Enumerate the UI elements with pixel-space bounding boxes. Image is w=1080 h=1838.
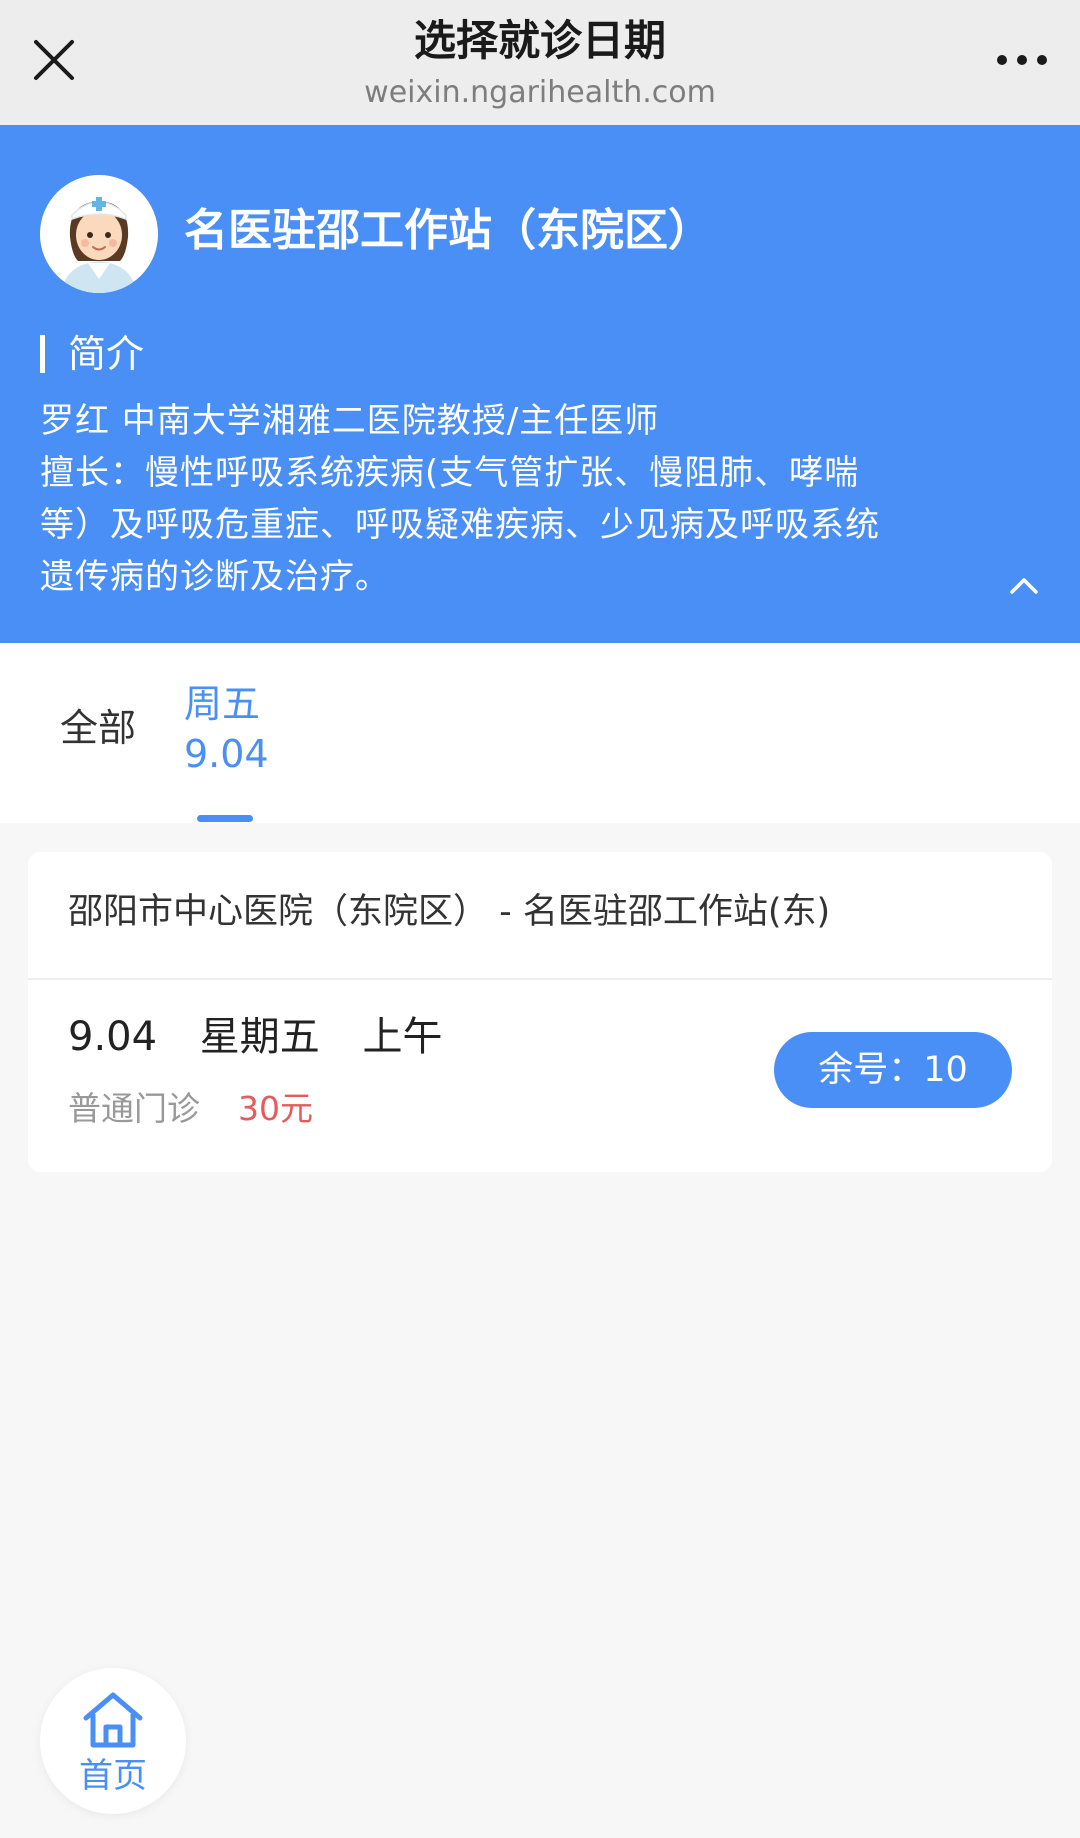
more-icon[interactable] <box>992 38 1052 82</box>
slot-period: 上午 <box>362 1014 443 1060</box>
slot-time: 9.04 星期五 上午 <box>68 1010 473 1064</box>
tab-weekday: 周五 <box>184 682 261 726</box>
home-label: 首页 <box>79 1756 147 1796</box>
station-name: 名医驻邵工作站（东院区） <box>184 205 712 256</box>
home-icon <box>80 1690 146 1750</box>
tab-all[interactable]: 全部 <box>60 703 136 753</box>
divider <box>28 978 1052 980</box>
clinic-price: 30元 <box>238 1089 313 1128</box>
top-navbar: 选择就诊日期 weixin.ngarihealth.com <box>0 0 1080 125</box>
chevron-up-icon[interactable] <box>1004 565 1044 605</box>
intro-text: 罗红 中南大学湘雅二医院教授/主任医师 擅长：慢性呼吸系统疾病(支气管扩张、慢阻… <box>40 395 1030 603</box>
station-header: 名医驻邵工作站（东院区） 简介 罗红 中南大学湘雅二医院教授/主任医师 擅长：慢… <box>0 125 1080 643</box>
date-tabs: 全部 周五 9.04 <box>0 643 1080 823</box>
slot-date: 9.04 <box>68 1014 158 1060</box>
intro-accent-bar <box>40 335 45 373</box>
slot-weekday: 星期五 <box>199 1014 320 1060</box>
intro-title: 简介 <box>68 332 145 376</box>
remaining-slots-button[interactable]: 余号：10 <box>774 1032 1012 1108</box>
page-title: 选择就诊日期 <box>413 16 666 65</box>
page-url: weixin.ngarihealth.com <box>364 75 716 110</box>
schedule-card: 邵阳市中心医院（东院区） - 名医驻邵工作站(东) 9.04 星期五 上午 普通… <box>28 852 1052 1172</box>
intro-line: 擅长：慢性呼吸系统疾病(支气管扩张、慢阻肺、哮喘 <box>40 453 860 493</box>
intro-line: 等）及呼吸危重症、呼吸疑难疾病、少见病及呼吸系统 <box>40 505 880 545</box>
tab-friday[interactable]: 周五 9.04 <box>184 679 269 779</box>
tab-date: 9.04 <box>184 732 269 776</box>
home-button[interactable]: 首页 <box>40 1668 186 1814</box>
intro-line: 罗红 中南大学湘雅二医院教授/主任医师 <box>40 401 660 441</box>
hospital-name: 邵阳市中心医院（东院区） - 名医驻邵工作站(东) <box>68 892 831 932</box>
clinic-type: 普通门诊 <box>68 1089 200 1128</box>
intro-line: 遗传病的诊断及治疗。 <box>40 557 390 597</box>
doctor-avatar <box>40 175 158 293</box>
active-tab-indicator <box>197 815 253 822</box>
